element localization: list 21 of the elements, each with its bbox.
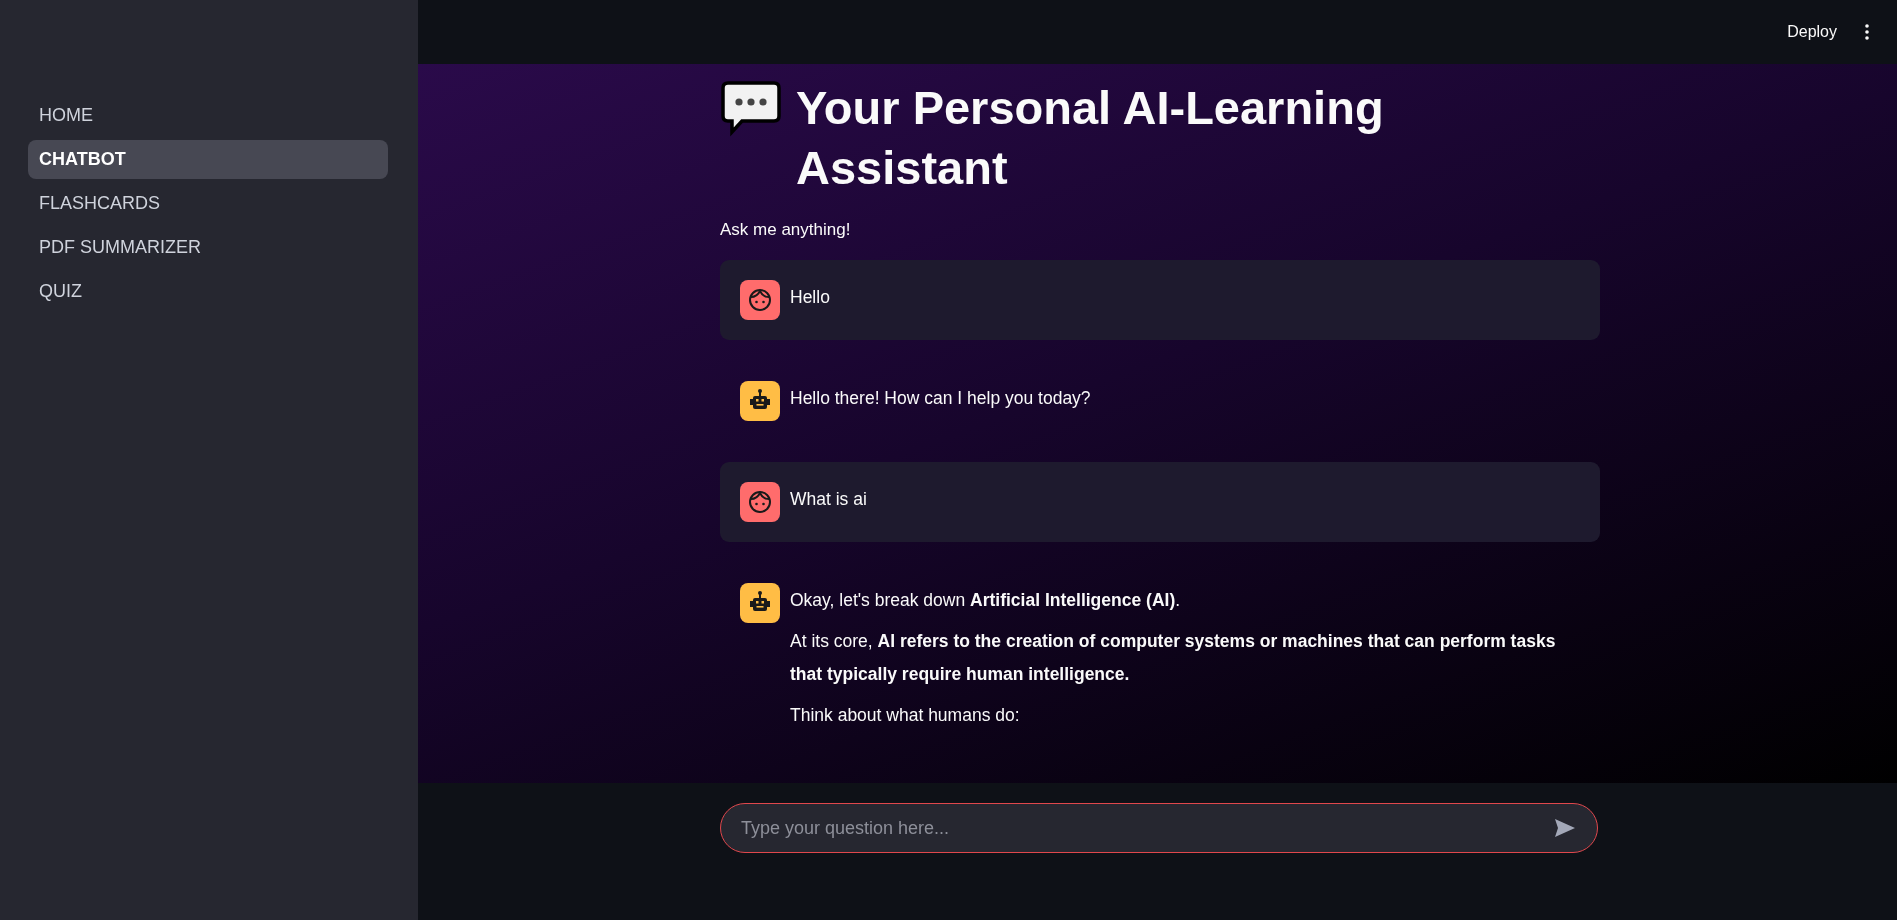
chat-input[interactable]: Type your question here... <box>720 803 1598 853</box>
message-text: Hello <box>790 286 830 309</box>
message-text: Hello there! How can I help you today? <box>790 387 1091 410</box>
page-title: Your Personal AI-Learning Assistant <box>796 80 1385 196</box>
nav-item[interactable]: QUIZ <box>28 272 388 311</box>
face-avatar-icon <box>740 482 780 522</box>
message-text: Okay, let's break down Artificial Intelligence (AI). <box>790 589 1182 612</box>
nav-item[interactable]: FLASHCARDS <box>28 184 388 223</box>
robot-avatar-icon <box>740 583 780 623</box>
message-text: Think about what humans do: <box>790 704 1021 727</box>
deploy-button[interactable]: Deploy <box>1779 17 1845 47</box>
subtitle: Ask me anything! <box>720 220 852 240</box>
nav-item[interactable]: PDF SUMMARIZER <box>28 228 388 267</box>
nav-item[interactable]: CHATBOT <box>28 140 388 179</box>
send-icon[interactable] <box>1554 818 1576 838</box>
message-text: What is ai <box>790 488 867 511</box>
more-menu-icon[interactable] <box>1865 24 1869 40</box>
nav-item[interactable]: HOME <box>28 96 388 135</box>
message-text: At its core, AI refers to the creation of computer systems or machines that can perform tasks that typically require human intelligence. <box>790 630 1557 686</box>
robot-avatar-icon <box>740 381 780 421</box>
face-avatar-icon <box>740 280 780 320</box>
